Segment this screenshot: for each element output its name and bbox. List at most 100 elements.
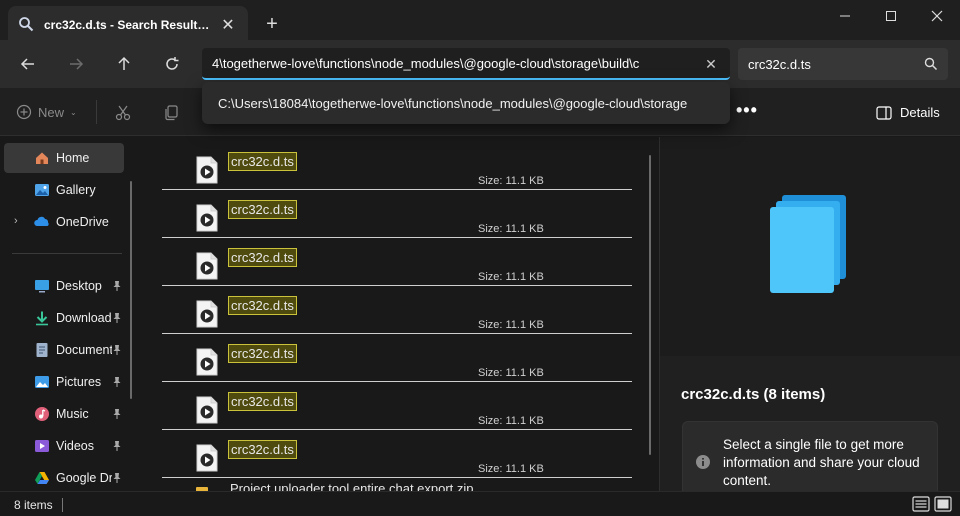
- file-name: crc32c.d.ts: [228, 296, 297, 315]
- close-icon: ✕: [221, 17, 235, 34]
- new-button[interactable]: New ⌄: [16, 104, 77, 120]
- back-button[interactable]: [12, 50, 44, 78]
- list-item[interactable]: crc32c.d.ts Size: 11.1 KB: [162, 142, 632, 190]
- sidebar-scrollbar[interactable]: [130, 181, 132, 399]
- results-scrollbar[interactable]: [649, 155, 651, 455]
- file-name: crc32c.d.ts: [228, 248, 297, 267]
- close-icon: ✕: [705, 55, 717, 72]
- details-title: crc32c.d.ts (8 items): [681, 386, 826, 403]
- file-size: Size: 11.1 KB: [478, 223, 544, 235]
- new-label: New: [38, 104, 65, 120]
- file-size: Size: 11.1 KB: [478, 175, 544, 187]
- pin-icon: [113, 377, 121, 387]
- status-bar: 8 items: [0, 491, 960, 516]
- file-name: crc32c.d.ts: [228, 200, 297, 219]
- search-input[interactable]: crc32c.d.ts: [748, 57, 811, 72]
- sidebar-item-google-drive[interactable]: Google Drive: [4, 463, 124, 491]
- list-item[interactable]: crc32c.d.ts Size: 11.1 KB: [162, 238, 632, 286]
- pin-icon: [113, 473, 121, 483]
- minimize-button[interactable]: [822, 0, 868, 32]
- list-item[interactable]: crc32c.d.ts Size: 11.1 KB: [162, 190, 632, 238]
- file-size: Size: 11.1 KB: [478, 319, 544, 331]
- file-icon: [196, 300, 218, 328]
- info-box: Select a single file to get more informa…: [682, 421, 938, 501]
- new-tab-button[interactable]: +: [258, 12, 286, 36]
- sidebar-item-label: Pictures: [56, 375, 102, 389]
- list-item[interactable]: crc32c.d.ts Size: 11.1 KB: [162, 382, 632, 430]
- multiple-files-icon: [770, 195, 846, 293]
- search-box[interactable]: crc32c.d.ts: [738, 48, 948, 80]
- sidebar-item-desktop[interactable]: Desktop: [4, 271, 124, 301]
- search-icon: [19, 17, 34, 32]
- onedrive-icon: [34, 216, 49, 226]
- documents-icon: [36, 343, 48, 357]
- list-item[interactable]: crc32c.d.ts Size: 11.1 KB: [162, 334, 632, 382]
- minimize-icon: [840, 15, 850, 17]
- sidebar-item-label: Google Drive: [56, 471, 112, 485]
- sidebar-item-label: Videos: [56, 439, 94, 453]
- sidebar-item-label: Documents: [56, 343, 112, 357]
- search-results-list: crc32c.d.ts Size: 11.1 KB crc32c.d.ts Size:…: [144, 137, 656, 491]
- file-name: crc32c.d.ts: [228, 344, 297, 363]
- sidebar-item-downloads[interactable]: Downloads: [4, 303, 124, 333]
- address-input[interactable]: 4\togetherwe-love\functions\node_modules…: [212, 56, 688, 71]
- up-button[interactable]: [108, 50, 140, 78]
- file-icon: [196, 156, 218, 184]
- file-name: crc32c.d.ts: [228, 392, 297, 411]
- file-size: Size: 11.1 KB: [478, 415, 544, 427]
- toolbar-divider: [96, 100, 97, 124]
- tab-close-button[interactable]: ✕: [216, 13, 240, 37]
- file-size: Size: 11.1 KB: [478, 367, 544, 379]
- details-button[interactable]: Details: [876, 105, 940, 120]
- file-icon: [196, 204, 218, 232]
- file-size: Size: 11.1 KB: [478, 271, 544, 283]
- pin-icon: [113, 409, 121, 419]
- downloads-icon: [36, 311, 48, 326]
- plus-circle-icon: [16, 104, 32, 120]
- copy-icon[interactable]: [162, 104, 180, 122]
- sidebar-item-home[interactable]: Home: [4, 143, 124, 173]
- address-bar[interactable]: 4\togetherwe-love\functions\node_modules…: [202, 48, 730, 80]
- pin-icon: [113, 281, 121, 291]
- file-icon: [196, 348, 218, 376]
- sidebar-item-documents[interactable]: Documents: [4, 335, 124, 365]
- pin-icon: [113, 345, 121, 355]
- google-drive-icon: [35, 472, 49, 484]
- list-item[interactable]: crc32c.d.ts Size: 11.1 KB: [162, 430, 632, 478]
- desktop-icon: [35, 280, 49, 293]
- maximize-button[interactable]: [868, 0, 914, 32]
- list-item-partial[interactable]: Project uploader tool entire chat export…: [230, 481, 474, 491]
- sidebar-item-pictures[interactable]: Pictures: [4, 367, 124, 397]
- arrow-right-icon: [70, 58, 84, 70]
- sidebar-item-gallery[interactable]: Gallery: [4, 175, 124, 205]
- sidebar-item-music[interactable]: Music: [4, 399, 124, 429]
- file-name: crc32c.d.ts: [228, 440, 297, 459]
- forward-button[interactable]: [60, 50, 92, 78]
- file-size: Size: 11.1 KB: [478, 463, 544, 475]
- preview-area: [660, 137, 960, 356]
- sidebar-divider: [12, 253, 122, 254]
- list-item[interactable]: crc32c.d.ts Size: 11.1 KB: [162, 286, 632, 334]
- details-pane: crc32c.d.ts (8 items) Select a single fi…: [659, 137, 960, 501]
- videos-icon: [35, 440, 49, 452]
- cut-icon[interactable]: [114, 104, 132, 122]
- refresh-button[interactable]: [156, 50, 188, 78]
- sidebar-item-videos[interactable]: Videos: [4, 431, 124, 461]
- search-icon[interactable]: [924, 57, 938, 71]
- arrow-up-icon: [118, 56, 130, 70]
- tab-title: crc32c.d.ts - Search Results in ...: [44, 18, 212, 32]
- file-icon: [196, 444, 218, 472]
- clear-address-button[interactable]: ✕: [700, 53, 722, 75]
- address-suggestion-item[interactable]: C:\Users\18084\togetherwe-love\functions…: [218, 96, 718, 111]
- pictures-icon: [35, 376, 49, 388]
- more-options-button[interactable]: •••: [736, 100, 758, 121]
- sidebar-item-onedrive[interactable]: › OneDrive - P: [4, 207, 124, 237]
- pin-icon: [113, 313, 121, 323]
- tiles-view-icon[interactable]: [934, 496, 952, 512]
- sidebar-item-label: Desktop: [56, 279, 102, 293]
- chevron-right-icon[interactable]: ›: [14, 215, 18, 227]
- close-window-button[interactable]: [914, 0, 960, 32]
- maximize-icon: [886, 11, 896, 21]
- file-icon: [196, 252, 218, 280]
- details-view-icon[interactable]: [912, 496, 930, 512]
